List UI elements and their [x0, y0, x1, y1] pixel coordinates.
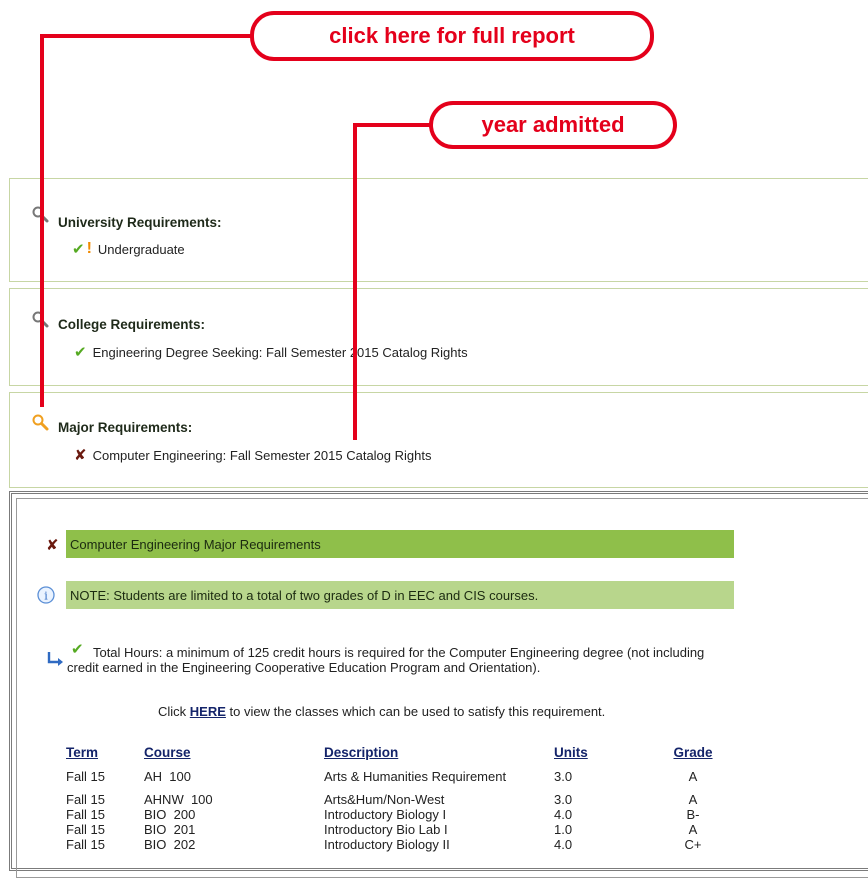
column-header-grade[interactable]: Grade [654, 742, 732, 762]
here-link[interactable]: HERE [190, 704, 226, 719]
grade-cell: C+ [684, 836, 702, 852]
description-cell: Introductory Biology I [324, 806, 447, 822]
checkmark-icon: ✔ [72, 241, 85, 258]
table-row: Fall 15 BIO 200 Introductory Biology I 4… [62, 807, 732, 822]
warning-exclamation-icon: ! [86, 240, 92, 257]
college-requirement-label: Engineering Degree Seeking: Fall Semeste… [92, 344, 468, 360]
course-cell: BIO 202 [144, 836, 196, 852]
description-cell: Introductory Biology II [324, 836, 450, 852]
courses-header-row: Term Course Description Units Grade [62, 742, 732, 762]
year-admitted-callout-text: year admitted [481, 112, 625, 137]
checkmark-icon: ✔ [74, 344, 87, 361]
term-cell: Fall 15 [66, 806, 106, 822]
svg-text:i: i [44, 590, 48, 603]
units-cell: 3.0 [554, 791, 573, 807]
course-cell: BIO 200 [144, 806, 196, 822]
term-cell: Fall 15 [66, 836, 106, 852]
university-requirements-panel [9, 178, 868, 282]
university-requirement-item: ✔ ! Undergraduate [72, 240, 185, 258]
click-suffix: to view the classes which can be used to… [229, 704, 606, 719]
major-requirements-heading: Major Requirements: [58, 420, 193, 435]
course-cell: BIO 201 [144, 821, 196, 837]
units-cell: 4.0 [554, 836, 573, 852]
note-bar: NOTE: Students are limited to a total of… [66, 581, 734, 609]
view-classes-line: Click HERE to view the classes which can… [158, 704, 605, 719]
callout-connector [353, 123, 357, 440]
major-requirements-title-bar: Computer Engineering Major Requirements [66, 530, 734, 558]
click-prefix: Click [158, 704, 187, 719]
note-text: NOTE: Students are limited to a total of… [70, 587, 539, 603]
grade-cell: B- [686, 806, 700, 822]
major-requirement-item: ✘ Computer Engineering: Fall Semester 20… [74, 446, 431, 464]
units-cell: 1.0 [554, 821, 573, 837]
total-hours-requirement: ✔ Total Hours: a minimum of 125 credit h… [67, 642, 727, 675]
college-requirements-panel [9, 288, 868, 386]
total-hours-text: Total Hours: a minimum of 125 credit hou… [67, 645, 705, 675]
university-requirements-heading: University Requirements: [58, 215, 222, 230]
table-row: Fall 15 BIO 201 Introductory Bio Lab I 1… [62, 822, 732, 837]
full-report-callout: click here for full report [250, 11, 654, 61]
units-cell: 4.0 [554, 806, 573, 822]
description-cell: Arts & Humanities Requirement [324, 769, 507, 784]
full-report-callout-text: click here for full report [329, 23, 575, 48]
callout-connector [353, 123, 431, 127]
table-row: Fall 15 AHNW 100 Arts&Hum/Non-West 3.0 A [62, 792, 732, 807]
major-requirements-title: Computer Engineering Major Requirements [70, 536, 321, 552]
term-cell: Fall 15 [66, 791, 106, 807]
column-header-term[interactable]: Term [62, 742, 140, 762]
description-cell: Arts&Hum/Non-West [324, 791, 445, 807]
table-row: Fall 15 AH 100 Arts & Humanities Require… [62, 762, 732, 792]
grade-cell: A [688, 791, 698, 807]
info-icon: i [37, 586, 55, 604]
column-header-units[interactable]: Units [550, 742, 654, 762]
grade-cell: A [688, 821, 698, 837]
year-admitted-callout: year admitted [429, 101, 677, 149]
college-requirement-item: ✔ Engineering Degree Seeking: Fall Semes… [74, 343, 468, 361]
table-row: Fall 15 BIO 202 Introductory Biology II … [62, 837, 732, 852]
term-cell: Fall 15 [66, 769, 106, 784]
column-header-description[interactable]: Description [320, 742, 550, 762]
term-cell: Fall 15 [66, 821, 106, 837]
checkmark-icon: ✔ [71, 641, 84, 658]
grade-cell: A [688, 769, 698, 784]
university-requirement-label: Undergraduate [97, 241, 185, 257]
major-requirement-label: Computer Engineering: Fall Semester 2015… [92, 447, 432, 463]
courses-table: Term Course Description Units Grade Fall… [62, 742, 732, 852]
sub-requirement-arrow-icon [47, 652, 63, 666]
column-header-course[interactable]: Course [140, 742, 320, 762]
major-requirements-panel [9, 392, 868, 488]
college-requirements-heading: College Requirements: [58, 317, 206, 332]
x-mark-icon: ✘ [74, 447, 87, 464]
callout-connector [40, 36, 44, 407]
magnifier-icon[interactable] [32, 414, 50, 432]
callout-connector [40, 34, 253, 38]
course-cell: AHNW 100 [144, 791, 213, 807]
description-cell: Introductory Bio Lab I [324, 821, 448, 837]
x-mark-icon: ✘ [46, 537, 59, 554]
units-cell: 3.0 [554, 769, 573, 784]
course-cell: AH 100 [144, 769, 191, 784]
